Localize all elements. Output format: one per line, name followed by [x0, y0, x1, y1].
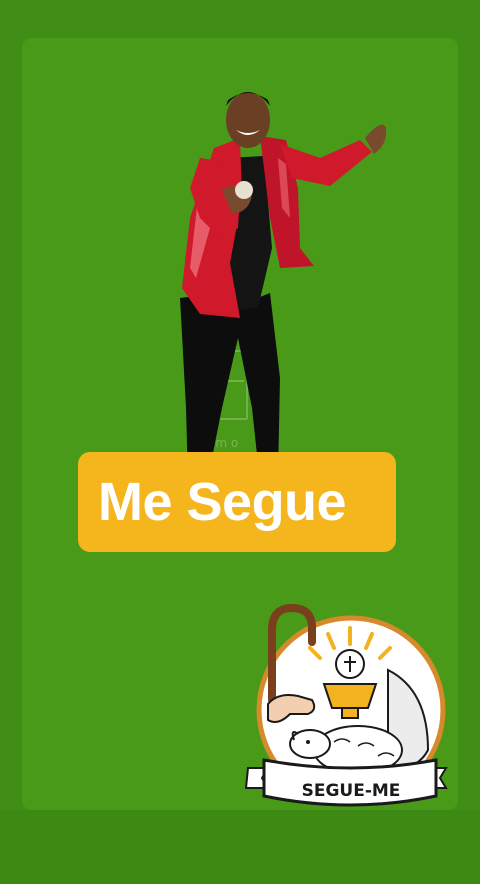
logo-ribbon-text: SEGUE-ME — [302, 781, 401, 801]
segue-me-logo: SEGUE-ME — [244, 603, 448, 807]
me-segue-label: Me Segue — [98, 472, 347, 532]
dancer-figure — [172, 92, 387, 492]
me-segue-button[interactable]: Me Segue — [78, 452, 396, 552]
